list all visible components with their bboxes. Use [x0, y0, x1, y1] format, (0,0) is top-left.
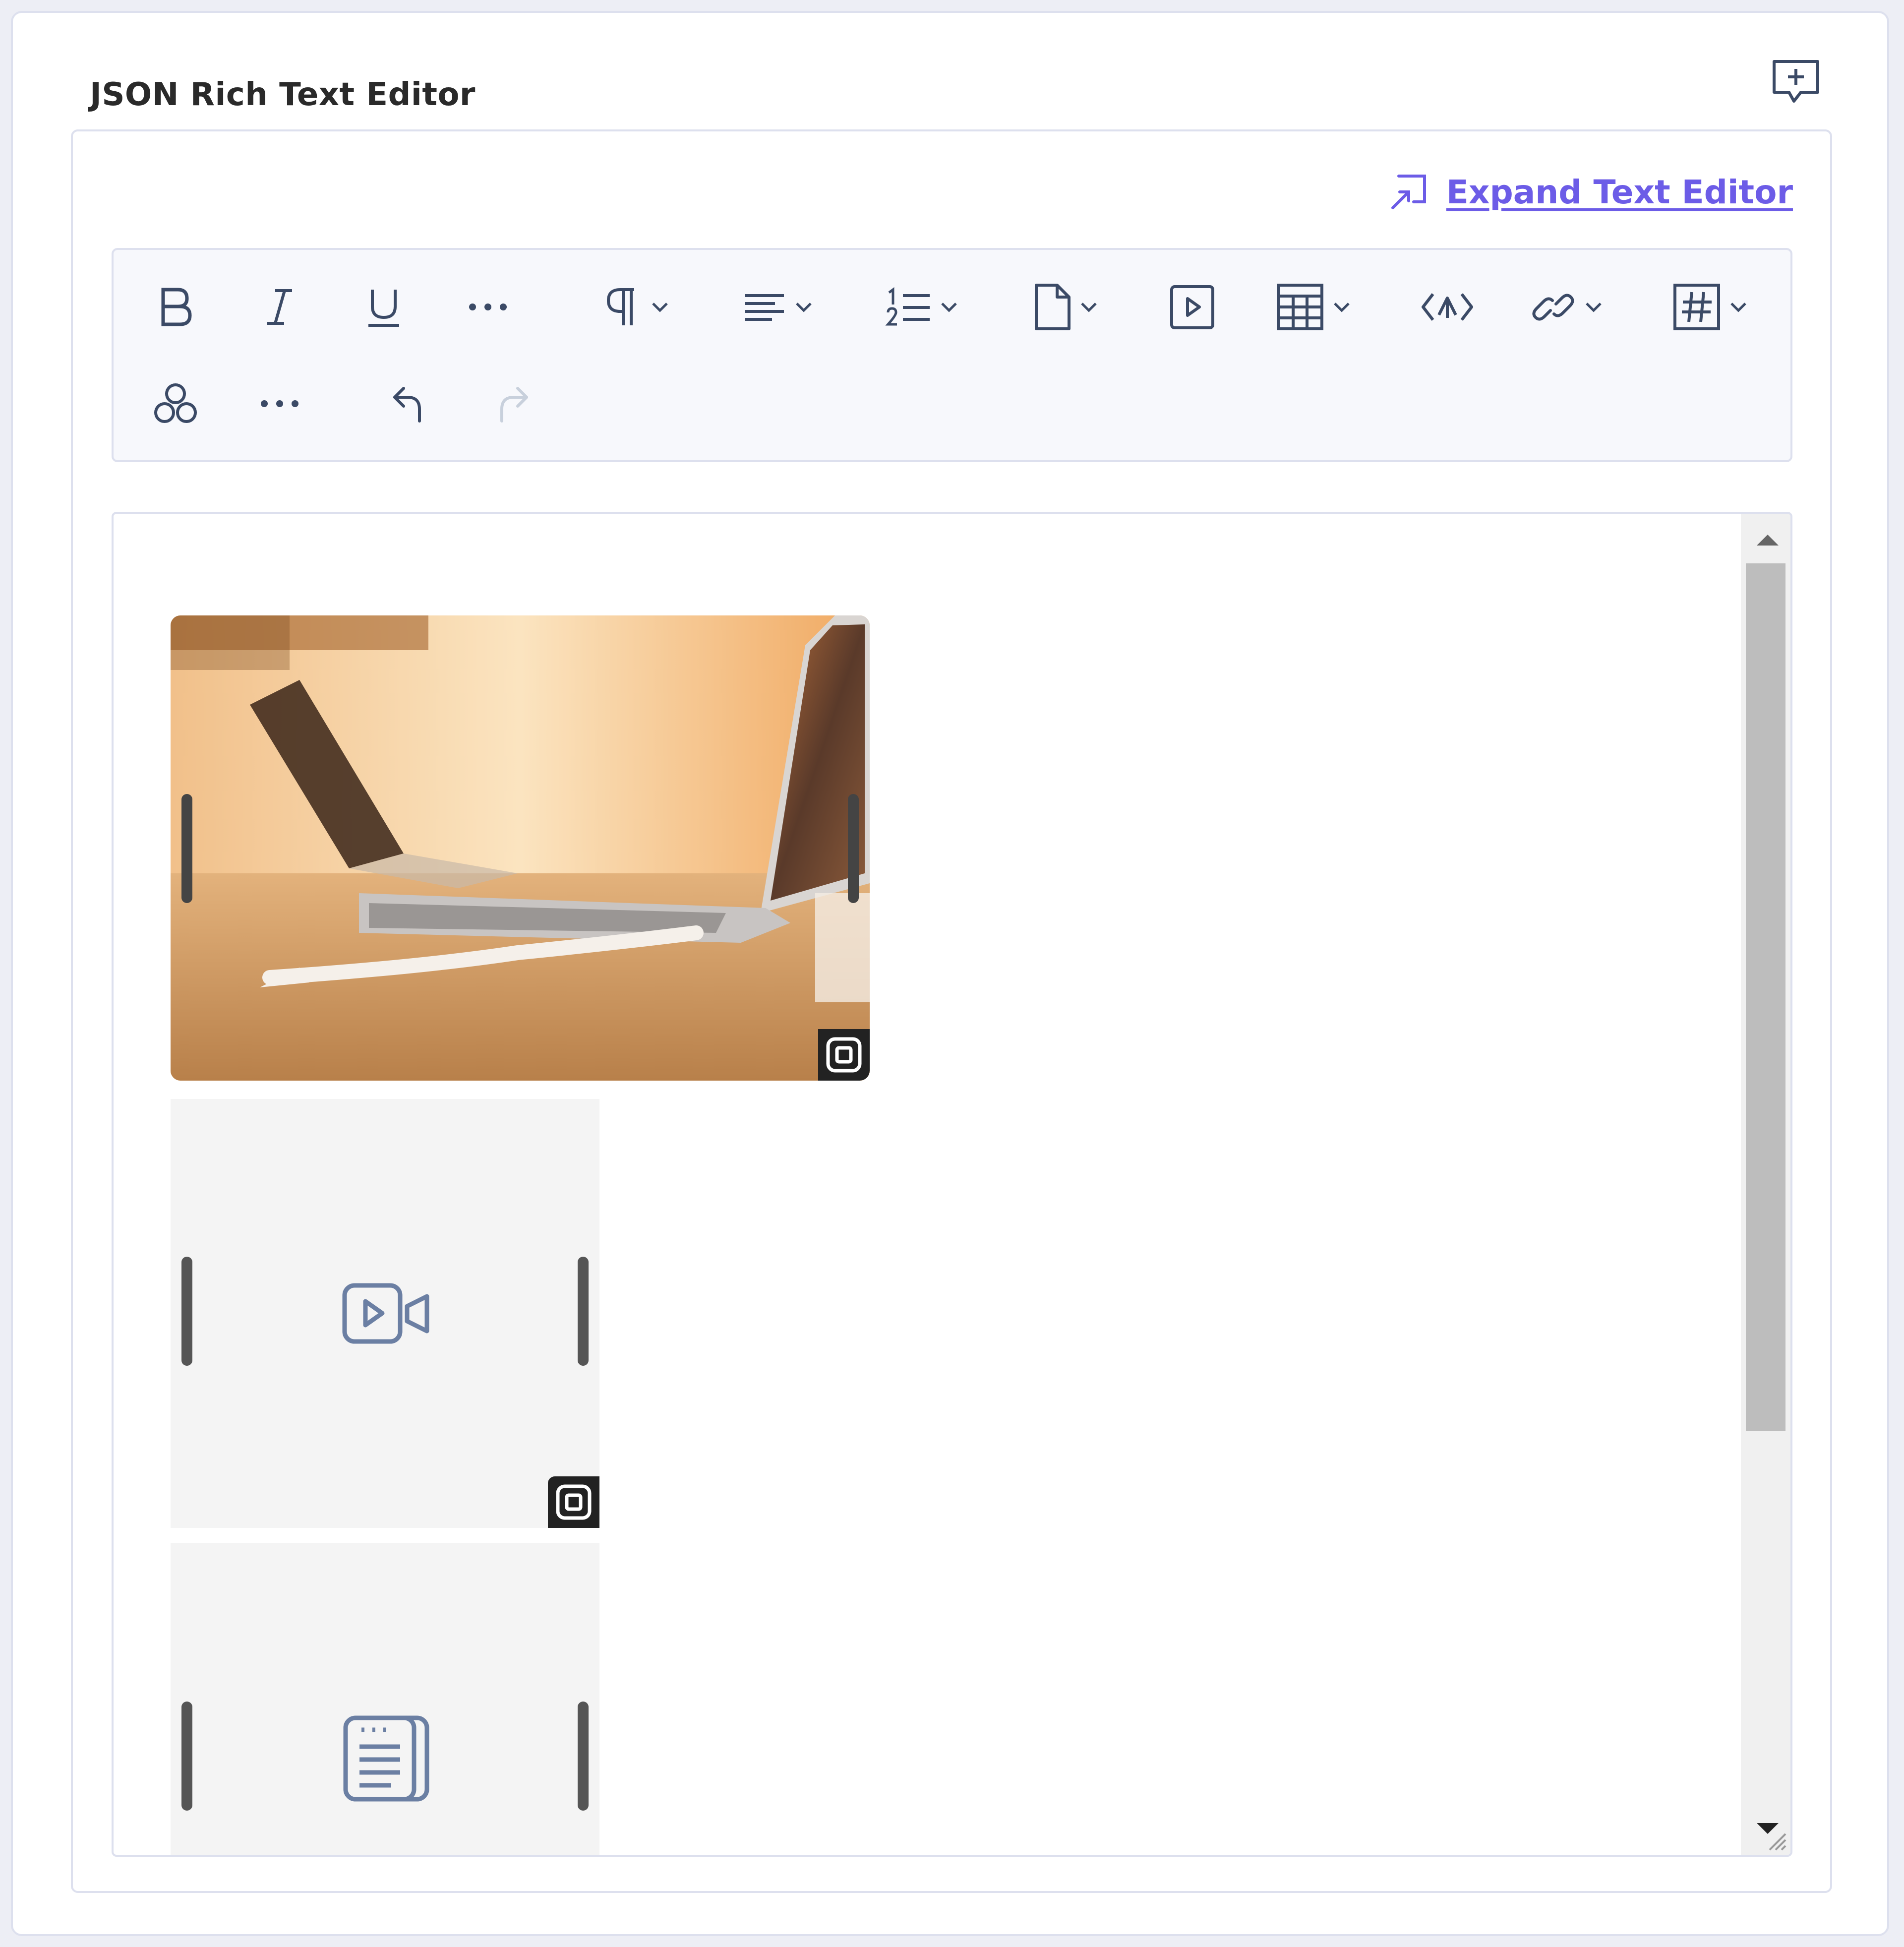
- link-dropdown[interactable]: [1517, 280, 1616, 334]
- file-dropdown[interactable]: [1021, 280, 1110, 334]
- link-icon: [1532, 294, 1574, 320]
- ordered-list-icon: [885, 287, 930, 326]
- align-left-icon: [745, 294, 784, 321]
- resize-handle-right[interactable]: [578, 1257, 589, 1366]
- content-scrollbar[interactable]: [1741, 514, 1790, 1855]
- resize-handle-left[interactable]: [181, 794, 192, 903]
- chevron-down-icon: [1730, 303, 1746, 312]
- paragraph-icon: [606, 288, 634, 325]
- scroll-up-icon[interactable]: [1757, 535, 1779, 546]
- properties-button[interactable]: [148, 376, 203, 431]
- chevron-down-icon: [1334, 303, 1350, 312]
- rich-text-field: JSON Rich Text Editor Expand Text Editor: [11, 11, 1889, 1936]
- bold-icon: [161, 288, 192, 326]
- chevron-down-icon: [1081, 303, 1097, 312]
- redo-button[interactable]: [485, 376, 540, 431]
- more-icon: [261, 400, 298, 407]
- video-camera-icon: [342, 1282, 431, 1346]
- undo-icon: [393, 387, 421, 423]
- video-button[interactable]: [1165, 280, 1219, 334]
- italic-button[interactable]: [252, 280, 307, 334]
- code-embed-icon: [1422, 293, 1473, 321]
- image-settings-button[interactable]: [818, 1029, 870, 1081]
- resize-handle-right[interactable]: [848, 794, 859, 903]
- laptop-image: [171, 615, 870, 1081]
- hashtag-dropdown[interactable]: [1661, 280, 1760, 334]
- file-icon: [1035, 284, 1071, 330]
- more-format-button[interactable]: [461, 280, 515, 334]
- chevron-down-icon: [652, 303, 668, 312]
- video-settings-button[interactable]: [548, 1476, 599, 1528]
- reference-embed-block[interactable]: [171, 1543, 599, 1855]
- align-dropdown[interactable]: [728, 280, 828, 334]
- more-icon: [469, 304, 507, 310]
- embed-code-button[interactable]: [1413, 280, 1482, 334]
- bold-button[interactable]: [148, 280, 203, 334]
- table-dropdown[interactable]: [1264, 280, 1363, 334]
- image-block[interactable]: [171, 615, 870, 1081]
- list-dropdown[interactable]: [872, 280, 971, 334]
- editor-toolbar: [112, 248, 1792, 462]
- italic-icon: [267, 289, 292, 325]
- underline-button[interactable]: [357, 280, 411, 334]
- expand-text-editor-link[interactable]: Expand Text Editor: [1389, 172, 1793, 212]
- expand-icon: [1391, 175, 1426, 209]
- hashtag-icon: [1673, 284, 1720, 330]
- redo-icon: [500, 387, 528, 423]
- video-icon: [1170, 285, 1214, 329]
- table-icon: [1277, 284, 1323, 330]
- undo-button[interactable]: [381, 376, 436, 431]
- embed-settings-icon: [556, 1484, 592, 1520]
- scrollbar-thumb[interactable]: [1746, 563, 1785, 1431]
- video-embed-block[interactable]: [171, 1099, 599, 1528]
- editor-container: Expand Text Editor: [71, 129, 1832, 1893]
- resize-handle-right[interactable]: [578, 1702, 589, 1811]
- chevron-down-icon: [796, 303, 812, 312]
- more-options-button[interactable]: [252, 376, 307, 431]
- properties-icon: [154, 383, 197, 423]
- paragraph-dropdown[interactable]: [590, 280, 684, 334]
- resize-grip-icon[interactable]: [1766, 1830, 1787, 1852]
- expand-text-editor-label: Expand Text Editor: [1446, 173, 1793, 211]
- chevron-down-icon: [1585, 303, 1602, 312]
- editor-content-area[interactable]: [112, 512, 1792, 1857]
- field-title: JSON Rich Text Editor: [90, 76, 476, 113]
- resize-handle-left[interactable]: [181, 1702, 192, 1811]
- underline-icon: [368, 290, 399, 327]
- add-comment-icon[interactable]: [1769, 57, 1824, 106]
- embed-settings-icon: [826, 1037, 862, 1073]
- resize-handle-left[interactable]: [181, 1257, 192, 1366]
- chevron-down-icon: [941, 303, 957, 312]
- document-icon: [342, 1714, 431, 1805]
